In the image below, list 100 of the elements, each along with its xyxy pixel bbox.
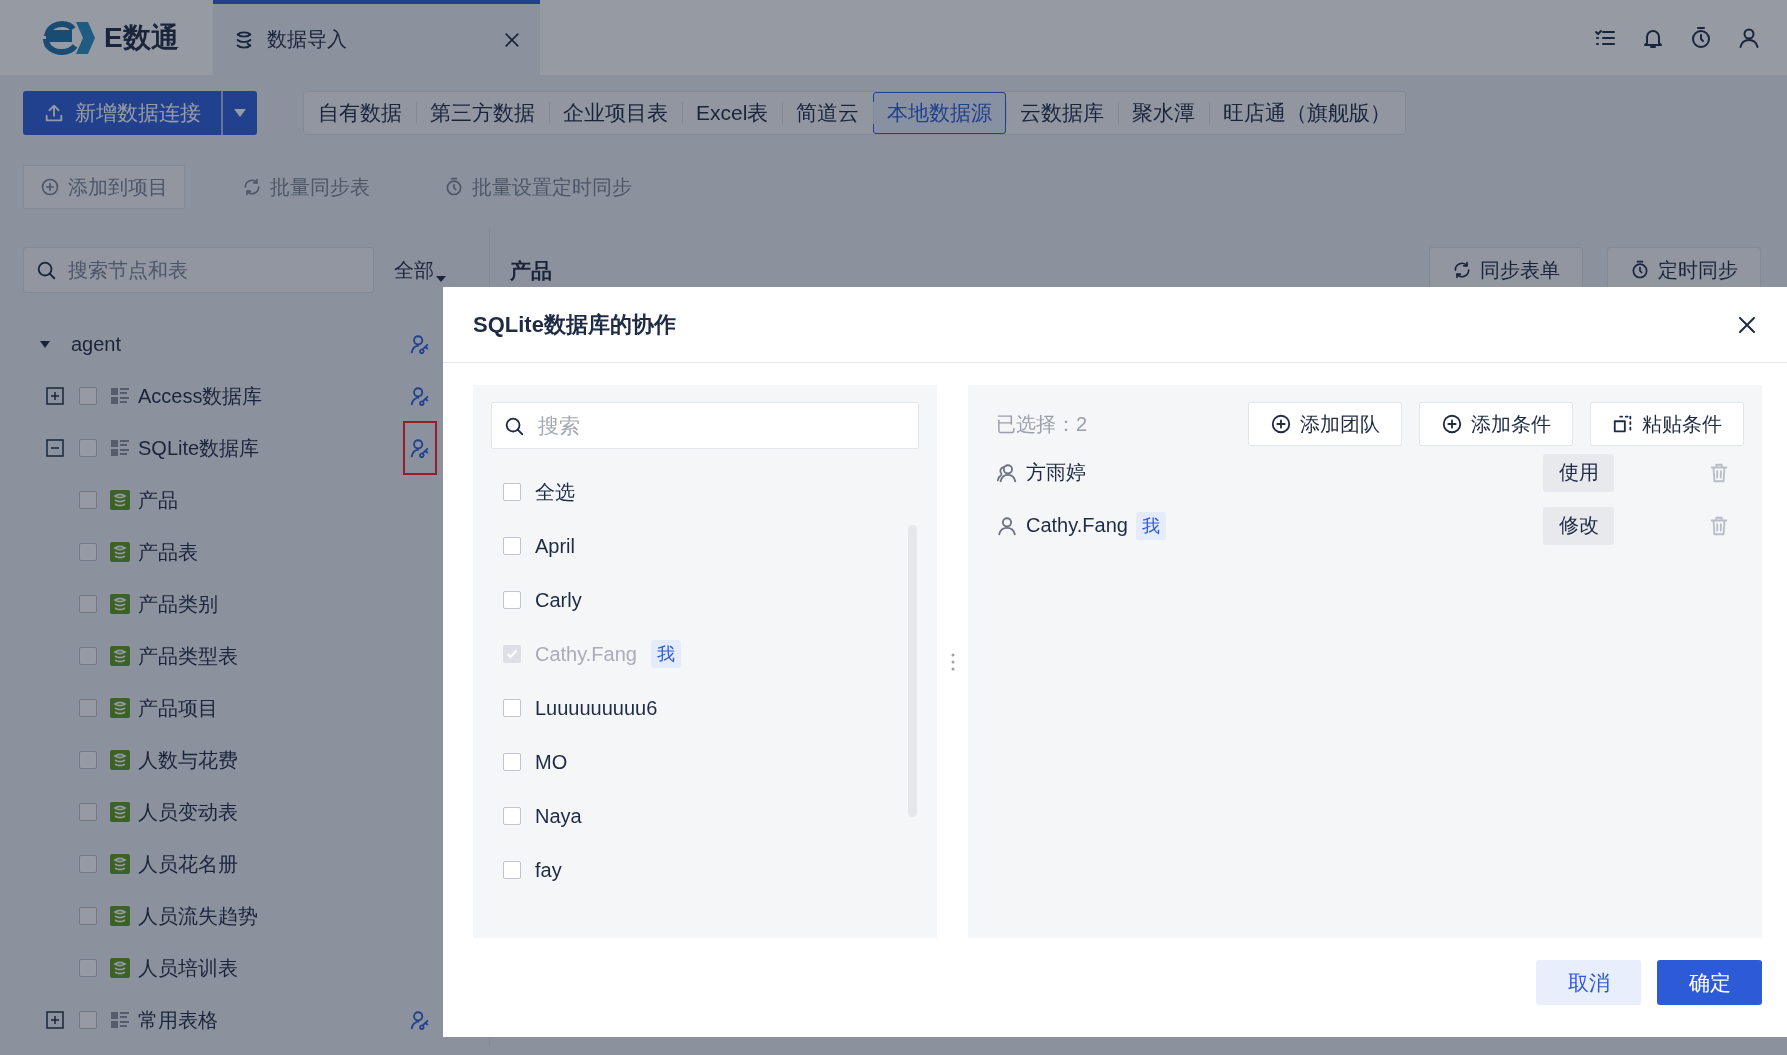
checkbox[interactable]: [503, 861, 521, 879]
add-button[interactable]: 添加条件: [1419, 402, 1573, 446]
checkbox[interactable]: [79, 751, 97, 769]
tree-label[interactable]: 产品表: [138, 538, 437, 566]
table-icon: [110, 750, 130, 770]
tab-label: 数据导入: [267, 27, 348, 52]
source-tab[interactable]: Excel表: [682, 92, 783, 134]
dialog-title: SQLite数据库的协作: [473, 310, 677, 339]
checkbox[interactable]: [79, 595, 97, 613]
checkbox[interactable]: [79, 855, 97, 873]
checkbox[interactable]: [79, 387, 97, 405]
tree-label[interactable]: 产品类别: [138, 590, 437, 618]
team-icon: [996, 461, 1018, 484]
user-key-icon: [409, 1009, 431, 1031]
add-button[interactable]: 添加团队: [1248, 402, 1402, 446]
permission-dropdown[interactable]: 修改: [1543, 506, 1614, 545]
plus-circle-icon: [1441, 413, 1463, 435]
table-icon: [110, 854, 130, 874]
checkbox[interactable]: [79, 647, 97, 665]
tree-label[interactable]: agent: [71, 332, 403, 356]
permission-dropdown[interactable]: 使用: [1543, 453, 1614, 492]
source-tab[interactable]: 云数据库: [1006, 92, 1119, 134]
checkbox[interactable]: [79, 491, 97, 509]
search-field[interactable]: 搜索节点和表: [23, 247, 374, 293]
tree-label[interactable]: 人数与花费: [138, 746, 437, 774]
expand-icon[interactable]: [46, 1011, 64, 1029]
tree-label[interactable]: 人员变动表: [138, 798, 437, 826]
stopwatch-icon: [444, 177, 464, 197]
database-icon: [110, 438, 130, 458]
member-name[interactable]: April: [535, 534, 575, 558]
member-name[interactable]: MO: [535, 750, 568, 774]
table-icon: [110, 646, 130, 666]
new-connection-button[interactable]: 新增数据连接: [23, 91, 221, 135]
checkbox[interactable]: [503, 483, 521, 501]
tree-label[interactable]: 产品项目: [138, 694, 437, 722]
tree-label[interactable]: 人员花名册: [138, 850, 437, 878]
tree-label[interactable]: SQLite数据库: [138, 434, 403, 462]
source-tab[interactable]: 旺店通（旗舰版）: [1209, 92, 1406, 134]
table-icon: [110, 906, 130, 926]
checkbox[interactable]: [79, 1011, 97, 1029]
tree-label[interactable]: 人员培训表: [138, 954, 437, 982]
confirm-button[interactable]: 确定: [1657, 960, 1762, 1005]
source-tab[interactable]: 本地数据源: [873, 92, 1007, 134]
member-name[interactable]: Naya: [535, 804, 582, 828]
stopwatch-icon: [1630, 260, 1650, 280]
checkbox[interactable]: [79, 803, 97, 821]
delete-button[interactable]: [1708, 461, 1730, 484]
logo-text: E数通: [104, 20, 179, 55]
refresh-icon: [242, 177, 262, 197]
dropdown-button[interactable]: [221, 91, 257, 135]
source-tab[interactable]: 简道云: [782, 92, 874, 134]
checkbox[interactable]: [79, 699, 97, 717]
checkbox[interactable]: [79, 907, 97, 925]
me-tag: 我: [1135, 511, 1166, 540]
me-tag: 我: [650, 640, 681, 668]
stopwatch-icon: [1689, 25, 1713, 50]
source-tab[interactable]: 聚水潭: [1118, 92, 1210, 134]
collaborator-name: Cathy.Fang: [1026, 514, 1128, 537]
source-tab[interactable]: 第三方数据: [416, 92, 549, 134]
member-name[interactable]: 全选: [535, 478, 575, 506]
collaborate-icon[interactable]: [403, 421, 437, 475]
tree-label[interactable]: Access数据库: [138, 382, 403, 410]
member-name[interactable]: Luuuuuuuuu6: [535, 696, 658, 720]
expand-icon[interactable]: [46, 387, 64, 405]
tree-label[interactable]: 人员流失趋势: [138, 902, 437, 930]
source-tab[interactable]: 企业项目表: [549, 92, 682, 134]
table-title: 产品: [510, 258, 552, 284]
search-field[interactable]: 搜索: [491, 402, 919, 449]
table-icon: [110, 490, 130, 510]
checkbox[interactable]: [503, 537, 521, 555]
table-icon: [110, 698, 130, 718]
add-button[interactable]: 粘贴条件: [1590, 402, 1744, 446]
checkbox[interactable]: [503, 753, 521, 771]
refresh-icon: [1452, 260, 1472, 280]
tree-label[interactable]: 常用表格: [138, 1006, 403, 1034]
paste-icon: [1612, 413, 1634, 435]
collaborator-name: 方雨婷: [1026, 460, 1086, 485]
cancel-button[interactable]: 取消: [1536, 960, 1641, 1005]
page-tab[interactable]: 数据导入: [213, 0, 540, 75]
member-name[interactable]: Carly: [535, 588, 582, 612]
table-icon: [110, 542, 130, 562]
member-name[interactable]: fay: [535, 858, 562, 882]
delete-button[interactable]: [1708, 514, 1730, 537]
database-icon: [110, 386, 130, 406]
user-icon: [996, 514, 1018, 537]
drag-handle-icon[interactable]: [950, 652, 955, 671]
table-icon: [110, 594, 130, 614]
checkbox[interactable]: [79, 439, 97, 457]
trash-icon: [1708, 461, 1730, 484]
checkbox[interactable]: [503, 591, 521, 609]
checkbox[interactable]: [503, 699, 521, 717]
checkbox[interactable]: [79, 543, 97, 561]
collapse-icon[interactable]: [46, 439, 64, 457]
checkbox[interactable]: [503, 807, 521, 825]
filter-dropdown[interactable]: 全部: [394, 256, 446, 284]
tree-label[interactable]: 产品: [138, 486, 437, 514]
tree-label[interactable]: 产品类型表: [138, 642, 437, 670]
caret-icon: [234, 109, 246, 117]
checkbox[interactable]: [79, 959, 97, 977]
source-tab[interactable]: 自有数据: [304, 92, 416, 134]
